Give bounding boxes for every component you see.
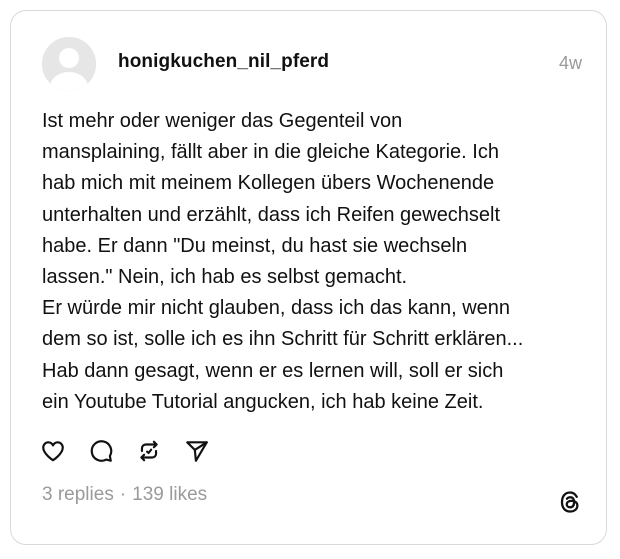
threads-logo-icon — [560, 491, 579, 513]
likes-count[interactable]: 139 likes — [132, 484, 207, 505]
post-body-line: Ist mehr oder weniger das Gegenteil von — [42, 110, 403, 132]
username[interactable]: honigkuchen_nil_pferd — [118, 51, 329, 73]
post-stats: 3 replies · 139 likes — [42, 484, 207, 506]
share-icon — [186, 441, 208, 462]
action-bar — [40, 437, 232, 465]
post-body-line: habe. Er dann "Du meinst, du hast sie we… — [42, 234, 468, 257]
post-body-line: Hab dann gesagt, wenn er es lernen will,… — [42, 359, 504, 382]
default-avatar-icon — [42, 37, 96, 91]
post-body-line: lassen." Nein, ich hab es selbst gemacht… — [42, 266, 408, 289]
timestamp[interactable]: 4w — [559, 53, 582, 74]
share-button[interactable] — [184, 438, 210, 464]
reply-button[interactable] — [88, 438, 114, 464]
post-body-line: dem so ist, solle ich es ihn Schritt für… — [42, 328, 524, 351]
post-body-line: unterhalten und erzählt, dass ich Reifen… — [42, 203, 501, 226]
post-body-line: mansplaining, fällt aber in die gleiche … — [42, 141, 499, 164]
comment-icon — [90, 440, 113, 462]
repost-icon — [140, 440, 158, 462]
post-card: honigkuchen_nil_pferd 4w Ist mehr oder w… — [10, 10, 607, 545]
heart-icon — [42, 441, 64, 462]
like-button[interactable] — [40, 438, 66, 464]
post-body-line: Er würde mir nicht glauben, dass ich das… — [42, 297, 511, 320]
post-body-line: ein Youtube Tutorial angucken, ich hab k… — [42, 390, 484, 413]
threads-logo[interactable] — [557, 489, 583, 515]
replies-count[interactable]: 3 replies — [42, 484, 114, 505]
stats-separator: · — [119, 484, 127, 505]
post-body: Ist mehr oder weniger das Gegenteil von … — [42, 106, 602, 418]
post-body-line: hab mich mit meinem Kollegen übers Woche… — [42, 172, 495, 195]
avatar[interactable] — [42, 37, 96, 91]
repost-button[interactable] — [136, 438, 162, 464]
